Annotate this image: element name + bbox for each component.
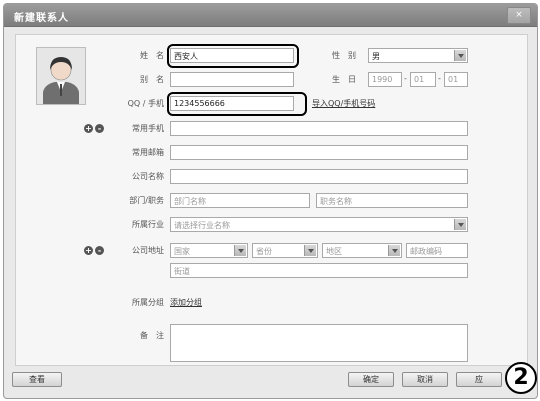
street-input[interactable]: 街道	[170, 263, 468, 278]
mobile-input[interactable]	[170, 121, 468, 136]
dept-title-label: 部门/职务	[129, 196, 164, 205]
company-label: 公司名称	[132, 172, 164, 181]
remove-field-icon[interactable]: -	[95, 124, 104, 133]
gender-value: 男	[372, 52, 380, 61]
gender-label: 性 别	[332, 51, 356, 60]
chevron-down-icon	[304, 245, 316, 256]
close-button[interactable]: ×	[507, 7, 531, 24]
add-group-link[interactable]: 添加分组	[170, 297, 202, 308]
birthday-day-input[interactable]: 01	[444, 72, 468, 87]
chevron-down-icon	[454, 219, 466, 230]
chevron-down-icon	[234, 245, 246, 256]
company-input[interactable]	[170, 169, 468, 184]
note-label: 备 注	[140, 331, 164, 340]
person-avatar-icon	[37, 48, 85, 104]
birthday-label: 生 日	[332, 75, 356, 84]
country-select[interactable]: 国家	[170, 243, 248, 258]
add-field-icon[interactable]: +	[84, 124, 93, 133]
qq-phone-label: QQ / 手机	[127, 99, 164, 108]
note-textarea[interactable]	[170, 324, 468, 362]
alias-label: 别 名	[140, 75, 164, 84]
apply-button[interactable]: 应	[456, 372, 502, 387]
date-separator: -	[404, 74, 407, 83]
title-bar: 新建联系人 ×	[4, 4, 537, 27]
cancel-button[interactable]: 取消	[402, 372, 448, 387]
mobile-label: 常用手机	[132, 124, 164, 133]
gender-select[interactable]: 男	[368, 48, 468, 63]
industry-select[interactable]: 请选择行业名称	[170, 217, 468, 232]
new-contact-dialog: 新建联系人 × 姓 名 西安人 性 别 男 别 名 生 日 1990 - 01 …	[3, 3, 538, 399]
import-qq-phone-link[interactable]: 导入QQ/手机号码	[312, 98, 375, 109]
chevron-down-icon	[388, 245, 400, 256]
country-value: 国家	[174, 247, 190, 256]
industry-value: 请选择行业名称	[174, 221, 230, 230]
help-button[interactable]: 查看	[12, 372, 62, 387]
birthday-month-input[interactable]: 01	[410, 72, 436, 87]
step-number-badge: 2	[505, 362, 537, 394]
birthday-year-input[interactable]: 1990	[368, 72, 402, 87]
remove-field-icon[interactable]: -	[95, 246, 104, 255]
group-label: 所属分组	[132, 298, 164, 307]
province-select[interactable]: 省份	[252, 243, 318, 258]
name-highlight-box	[167, 44, 299, 68]
email-label: 常用邮箱	[132, 148, 164, 157]
zip-input[interactable]: 邮政编码	[406, 243, 468, 258]
email-input[interactable]	[170, 145, 468, 160]
province-value: 省份	[256, 247, 272, 256]
name-label: 姓 名	[140, 51, 164, 60]
dialog-title: 新建联系人	[14, 13, 69, 24]
date-separator: -	[438, 74, 441, 83]
ok-button[interactable]: 确定	[348, 372, 394, 387]
job-title-input[interactable]: 职务名称	[316, 193, 468, 208]
alias-input[interactable]	[170, 72, 294, 87]
add-field-icon[interactable]: +	[84, 246, 93, 255]
city-select[interactable]: 地区	[322, 243, 402, 258]
chevron-down-icon	[454, 50, 466, 61]
form-panel: 姓 名 西安人 性 别 男 别 名 生 日 1990 - 01 - 01 QQ …	[15, 34, 528, 366]
address-label: 公司地址	[132, 246, 164, 255]
city-value: 地区	[326, 247, 342, 256]
dept-input[interactable]: 部门名称	[170, 193, 310, 208]
industry-label: 所属行业	[132, 220, 164, 229]
phone-highlight-box	[167, 92, 307, 116]
avatar[interactable]	[36, 47, 86, 105]
